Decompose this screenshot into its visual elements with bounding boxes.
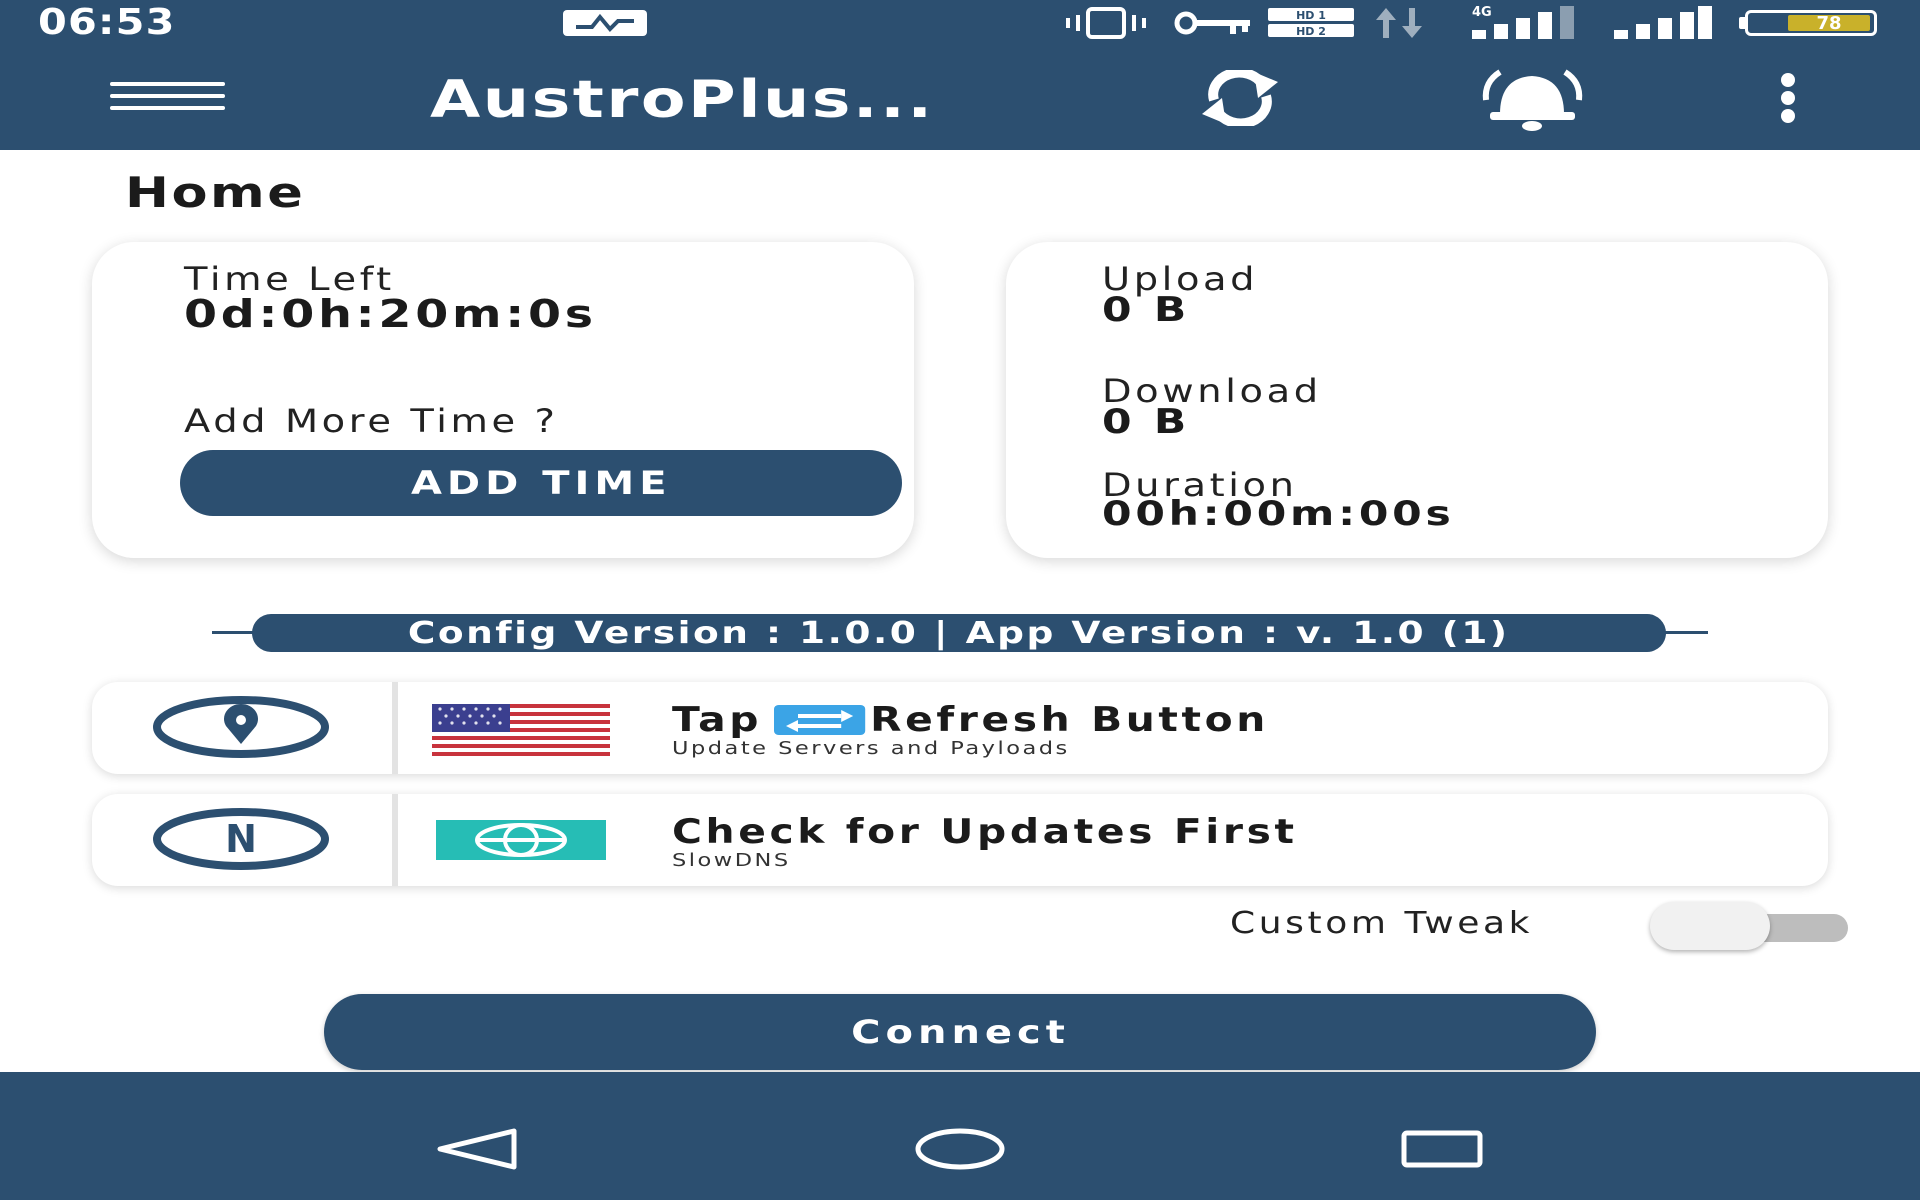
n-badge-icon: N <box>153 808 329 870</box>
refresh-icon <box>1202 67 1278 129</box>
recents-icon[interactable] <box>1400 1127 1484 1171</box>
network-type-label: 4G <box>1472 5 1492 20</box>
server-row-title-prefix: Tap <box>672 700 763 740</box>
time-left-card: Time Left 0d:0h:20m:0s Add More Time ? A… <box>92 242 914 558</box>
location-pin-icon <box>153 696 329 758</box>
svg-text:HD 2: HD 2 <box>1296 25 1326 38</box>
status-bar: 06:53 HD 1 HD 2 4G 78 <box>0 0 1920 48</box>
server-row-subtitle: Update Servers and Payloads <box>672 738 1070 759</box>
menu-icon <box>110 82 225 86</box>
network-row-subtitle: SlowDNS <box>672 850 791 871</box>
hd-icon: HD 1 HD 2 <box>1268 8 1354 38</box>
connect-button[interactable]: Connect <box>324 994 1596 1070</box>
svg-text:HD 1: HD 1 <box>1296 9 1326 22</box>
overflow-menu-button[interactable] <box>1770 70 1806 126</box>
add-time-button[interactable]: ADD TIME <box>180 450 902 516</box>
more-vert-icon <box>1781 73 1795 123</box>
server-selector[interactable]: Tap Refresh Button Update Servers and Pa… <box>92 682 1828 774</box>
server-row-title: Tap Refresh Button <box>672 700 1269 740</box>
us-flag-icon <box>432 704 610 756</box>
battery-icon: 78 <box>1745 10 1877 36</box>
data-arrows-icon <box>1372 8 1430 38</box>
bell-icon <box>1482 69 1583 131</box>
page-title: Home <box>125 168 306 217</box>
version-text: Config Version : 1.0.0 | App Version : v… <box>408 615 1510 651</box>
menu-icon-line <box>110 106 225 110</box>
system-nav-bar <box>0 1072 1920 1200</box>
menu-button[interactable] <box>110 82 225 114</box>
app-bar: AustroPlus... <box>0 48 1920 150</box>
toggle-thumb <box>1650 902 1770 950</box>
home-content: Home Time Left 0d:0h:20m:0s Add More Tim… <box>0 150 1920 1072</box>
home-icon[interactable] <box>914 1127 1006 1171</box>
vibrate-icon <box>1060 7 1152 39</box>
svg-text:N: N <box>225 817 257 861</box>
activity-icon <box>562 8 648 38</box>
battery-level: 78 <box>1788 13 1870 34</box>
signal-icon <box>1612 4 1714 40</box>
notifications-button[interactable] <box>1460 68 1605 132</box>
network-row-title: Check for Updates First <box>672 812 1298 852</box>
app-title: AustroPlus... <box>430 70 935 130</box>
server-row-title-suffix: Refresh Button <box>870 700 1269 740</box>
vpn-key-icon <box>1172 8 1252 38</box>
network-selector[interactable]: N Check for Updates First SlowDNS <box>92 794 1828 886</box>
menu-icon-line <box>110 94 225 98</box>
back-icon[interactable] <box>436 1127 520 1171</box>
row-divider <box>392 682 398 774</box>
custom-tweak-label: Custom Tweak <box>1230 906 1534 941</box>
row-divider <box>392 794 398 886</box>
connect-button-label: Connect <box>850 1013 1070 1051</box>
duration-value: 00h:00m:00s <box>1102 494 1455 534</box>
add-time-button-label: ADD TIME <box>410 464 672 502</box>
upload-value: 0 B <box>1102 290 1191 330</box>
add-more-time-label: Add More Time ? <box>184 402 559 440</box>
time-left-value: 0d:0h:20m:0s <box>184 292 597 336</box>
download-value: 0 B <box>1102 402 1191 442</box>
signal-4g-icon: 4G <box>1470 4 1580 40</box>
status-time: 06:53 <box>38 2 176 43</box>
version-banner: Config Version : 1.0.0 | App Version : v… <box>252 614 1666 652</box>
globe-icon <box>436 820 606 860</box>
inline-refresh-icon <box>774 705 866 735</box>
refresh-button[interactable] <box>1190 67 1290 129</box>
traffic-stats-card: Upload 0 B Download 0 B Duration 00h:00m… <box>1006 242 1828 558</box>
custom-tweak-toggle[interactable] <box>1650 902 1858 952</box>
